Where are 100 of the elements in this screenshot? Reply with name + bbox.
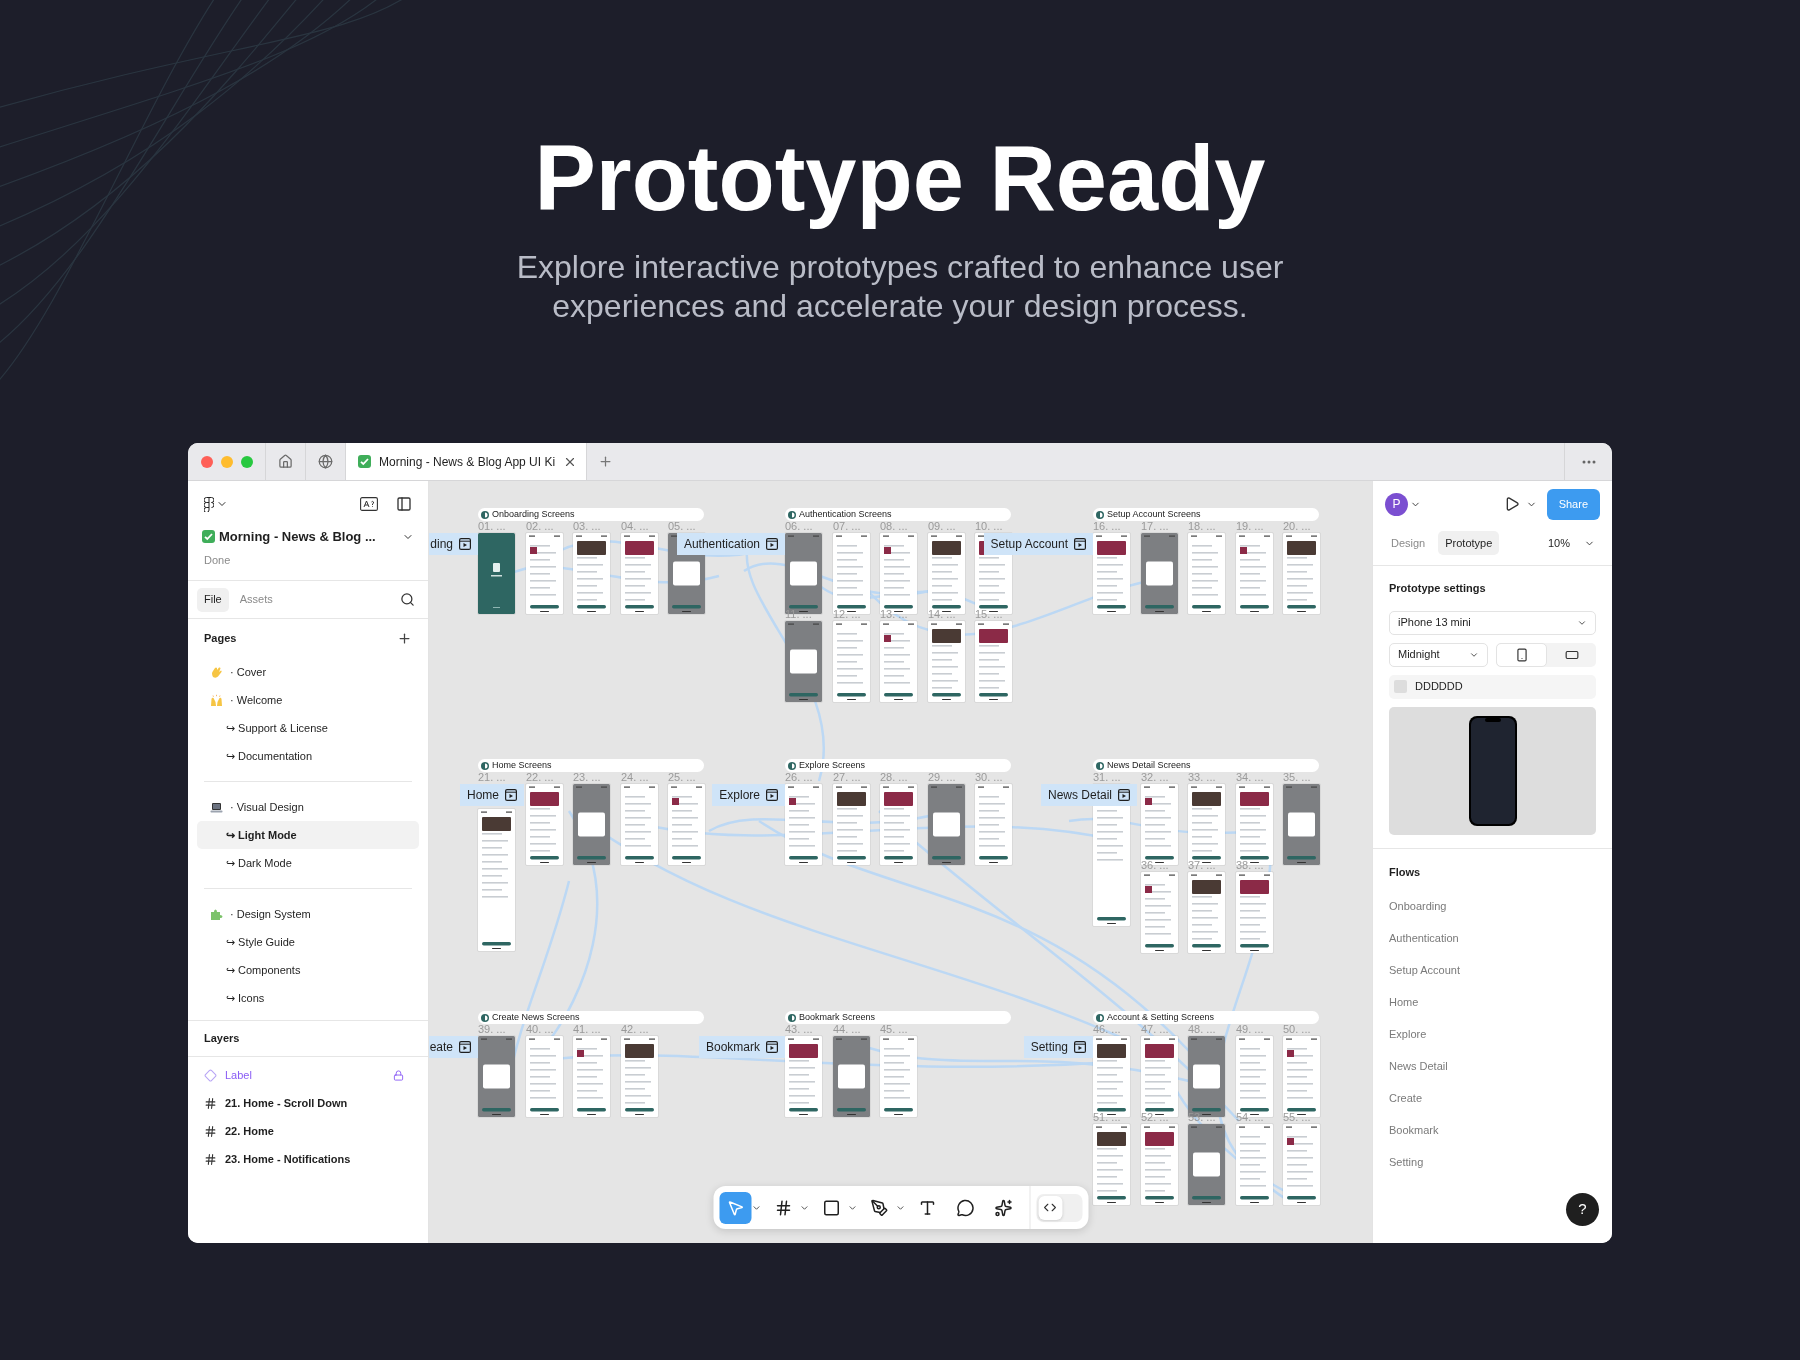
panel-tab[interactable]: Assets bbox=[232, 587, 280, 612]
frame-label: 55. ... bbox=[1283, 1111, 1311, 1123]
flow-start-icon bbox=[766, 789, 778, 801]
flow-item[interactable]: Setting bbox=[1389, 1146, 1596, 1179]
frame-label: 01. ... bbox=[478, 520, 506, 532]
section-icon bbox=[788, 761, 796, 770]
section-icon bbox=[481, 761, 489, 770]
page-item[interactable]: · Welcome bbox=[197, 686, 419, 714]
figma-logo-icon[interactable] bbox=[204, 496, 214, 512]
flow-item[interactable]: Home bbox=[1389, 986, 1596, 1019]
section-title: News Detail Screens bbox=[1107, 761, 1191, 770]
frame-label: 05. ... bbox=[668, 520, 696, 532]
flow-label[interactable]: Setup Account bbox=[983, 533, 1093, 555]
layers-title: Layers bbox=[204, 1031, 240, 1047]
flow-item[interactable]: News Detail bbox=[1389, 1050, 1596, 1083]
section-icon bbox=[788, 510, 796, 519]
search-icon[interactable] bbox=[400, 592, 415, 607]
section-icon bbox=[1096, 510, 1104, 519]
add-page-icon[interactable] bbox=[397, 631, 412, 646]
frame-label: 51. ... bbox=[1093, 1111, 1121, 1123]
page-item[interactable]: ↪ Light Mode bbox=[197, 821, 419, 849]
page-item[interactable]: ↪ Style Guide bbox=[197, 928, 419, 956]
page-item[interactable]: · Visual Design bbox=[197, 793, 419, 821]
close-window-button[interactable] bbox=[201, 455, 213, 468]
page-item[interactable]: · Design System bbox=[197, 900, 419, 928]
flow-item[interactable]: Bookmark bbox=[1389, 1114, 1596, 1147]
frame-label: 42. ... bbox=[621, 1023, 649, 1035]
canvas[interactable] bbox=[429, 481, 1372, 1243]
frame-label: 40. ... bbox=[526, 1023, 554, 1035]
sidebar-toggle-icon[interactable] bbox=[396, 496, 412, 512]
frame-label: 54. ... bbox=[1236, 1111, 1264, 1123]
flow-label[interactable]: Home bbox=[460, 784, 524, 806]
frame-label: 49. ... bbox=[1236, 1023, 1264, 1035]
flow-item[interactable]: Setup Account bbox=[1389, 954, 1596, 987]
flow-label[interactable]: Bookmark bbox=[698, 1036, 785, 1058]
background-color-field[interactable]: DDDDDD bbox=[1389, 674, 1596, 699]
flow-label[interactable]: News Detail bbox=[1040, 784, 1137, 806]
hero-title: Prototype Ready bbox=[534, 128, 1266, 228]
layer-item[interactable]: Label bbox=[188, 1061, 428, 1089]
user-avatar[interactable]: P bbox=[1385, 492, 1408, 516]
flow-item[interactable]: Authentication bbox=[1389, 922, 1596, 955]
frame-label: 29. ... bbox=[928, 771, 956, 783]
page-item[interactable]: ↪ Support & License bbox=[197, 714, 419, 742]
flow-item[interactable]: Explore bbox=[1389, 1018, 1596, 1051]
panel-tab[interactable]: Design bbox=[1384, 531, 1433, 555]
frame-label: 35. ... bbox=[1283, 771, 1311, 783]
page-item[interactable]: ↪ Documentation bbox=[197, 742, 419, 770]
model-dropdown[interactable]: Midnight bbox=[1389, 642, 1488, 667]
help-button[interactable]: ? bbox=[1566, 1193, 1599, 1226]
frame-label: 19. ... bbox=[1236, 520, 1264, 532]
orientation-option[interactable] bbox=[1496, 642, 1547, 667]
frame-label: 48. ... bbox=[1188, 1023, 1216, 1035]
flow-start-icon bbox=[766, 1041, 778, 1053]
pen-icon bbox=[870, 1198, 888, 1217]
frame-label: 31. ... bbox=[1093, 771, 1121, 783]
file-status: Done bbox=[203, 552, 232, 568]
frame-icon bbox=[204, 1096, 217, 1110]
page-item[interactable]: · Cover bbox=[197, 658, 419, 686]
flow-start-icon bbox=[1074, 538, 1086, 550]
lock-icon[interactable] bbox=[393, 1069, 404, 1081]
layer-item[interactable]: 21. Home - Scroll Down bbox=[188, 1089, 428, 1117]
device-dropdown[interactable]: iPhone 13 mini bbox=[1389, 610, 1596, 635]
section-icon bbox=[1096, 761, 1104, 770]
page-item[interactable]: ↪ Icons bbox=[197, 984, 419, 1012]
flow-start-icon bbox=[459, 538, 471, 550]
flow-start-icon bbox=[505, 789, 517, 801]
panel-tab[interactable]: Prototype bbox=[1438, 531, 1500, 555]
flow-label[interactable]: Explore bbox=[712, 784, 785, 806]
flow-label[interactable]: Setting bbox=[1023, 1036, 1093, 1058]
panel-tab[interactable]: File bbox=[197, 587, 229, 612]
component-icon bbox=[204, 1068, 217, 1082]
dev-mode-toggle[interactable] bbox=[1036, 1193, 1082, 1222]
page-item[interactable]: ↪ Components bbox=[197, 956, 419, 984]
flow-item[interactable]: Create bbox=[1389, 1082, 1596, 1115]
frame-label: 08. ... bbox=[880, 520, 908, 532]
flow-label[interactable]: eate bbox=[429, 1036, 478, 1058]
frame-label: 47. ... bbox=[1141, 1023, 1169, 1035]
frame-label: 07. ... bbox=[833, 520, 861, 532]
pointer-icon bbox=[726, 1198, 744, 1217]
frame-label: 39. ... bbox=[478, 1023, 506, 1035]
settings-title: Prototype settings bbox=[1389, 581, 1487, 596]
frame-label: 10. ... bbox=[975, 520, 1003, 532]
zoom-level[interactable]: 10% bbox=[1547, 534, 1570, 552]
page-item[interactable]: ↪ Dark Mode bbox=[197, 849, 419, 877]
file-tab[interactable]: Morning - News & Blog App UI Ki bbox=[345, 443, 587, 480]
flow-label[interactable]: ding bbox=[429, 533, 478, 555]
waving-hand-icon bbox=[210, 665, 223, 679]
plus-icon bbox=[597, 454, 613, 469]
section-title: Setup Account Screens bbox=[1107, 510, 1201, 519]
frame-label: 21. ... bbox=[478, 771, 506, 783]
frame-label: 14. ... bbox=[928, 608, 956, 620]
section-icon bbox=[481, 1013, 489, 1022]
flow-item[interactable]: Onboarding bbox=[1389, 890, 1596, 923]
frame-label: 46. ... bbox=[1093, 1023, 1121, 1035]
layer-item[interactable]: 23. Home - Notifications bbox=[188, 1145, 428, 1173]
file-name: Morning - News & Blog ... bbox=[219, 528, 376, 546]
flows-title: Flows bbox=[1389, 865, 1422, 881]
layer-item[interactable]: 22. Home bbox=[188, 1117, 428, 1145]
flow-label[interactable]: Authentication bbox=[676, 533, 785, 555]
section-icon bbox=[788, 1013, 796, 1022]
